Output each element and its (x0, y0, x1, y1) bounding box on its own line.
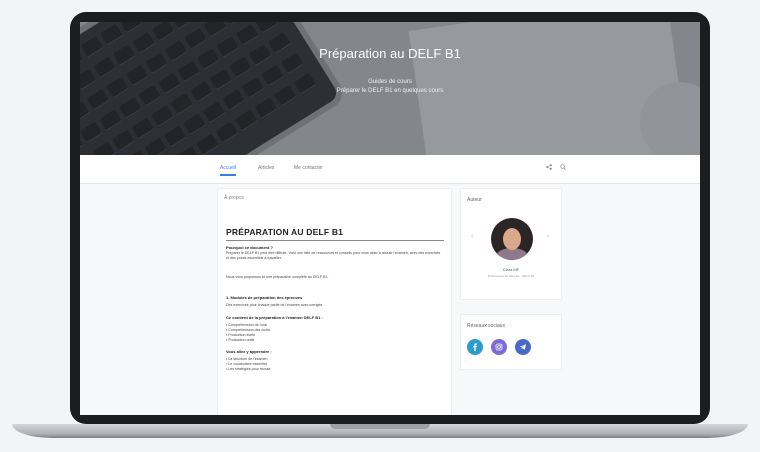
search-icon[interactable] (560, 164, 566, 170)
list-item-text: Production orale (228, 338, 255, 342)
chevron-right-icon[interactable]: › (547, 233, 549, 240)
list-item-text: Production écrite (228, 333, 256, 337)
section3-title: Vous allez y apprendre : (226, 349, 272, 354)
list-item: • Production orale (226, 338, 255, 342)
post-note: Nous vous proposons ici une préparation … (226, 275, 329, 279)
post-question: Pourquoi ce document ? (226, 245, 273, 250)
list-item-text: Le vocabulaire essentiel (228, 362, 267, 366)
instagram-icon[interactable] (491, 339, 507, 355)
subtitle-line-1: Guides de cours (368, 79, 412, 85)
author-name[interactable]: Clara MF (461, 267, 561, 272)
list-item: • Les stratégies pour réussir (226, 367, 271, 371)
laptop-notch (330, 424, 430, 429)
section1-title: 1. Modules de préparation des épreuves (226, 295, 303, 300)
laptop-frame: Préparation au DELF B1 Guides de cours P… (70, 12, 710, 433)
author-widget: Auteur ‹ › Clara MF Professeure de franç… (460, 188, 562, 300)
site-title[interactable]: Préparation au DELF B1 (80, 46, 700, 61)
avatar-face (503, 228, 521, 250)
section2-list: • Compréhension de l'oral • Compréhensio… (226, 323, 441, 343)
author-heading: Auteur (467, 197, 482, 203)
list-item-text: Compréhension de l'oral (228, 323, 268, 327)
hero-banner: Préparation au DELF B1 Guides de cours P… (80, 22, 700, 155)
section2-title: Ce contient de la préparation à l'examen… (226, 315, 323, 320)
telegram-icon[interactable] (515, 339, 531, 355)
subtitle-line-2: Préparer le DELF B1 en quelques cours (336, 88, 444, 94)
list-item-text: Compréhension des écrits (228, 328, 271, 332)
browser-screen: Préparation au DELF B1 Guides de cours P… (80, 22, 700, 415)
share-icon[interactable] (546, 164, 552, 170)
author-role: Professeure de français · DELF B1 (487, 274, 535, 278)
section3-list: • La structure de l'examen • Le vocabula… (226, 357, 441, 372)
tab-accueil[interactable]: Accueil (220, 165, 237, 176)
list-item-text: Les stratégies pour réussir (228, 367, 271, 371)
section1-text: Des exercices pour chaque partie de l'ex… (226, 303, 324, 307)
top-nav: Accueil Articles Me contacter (80, 155, 700, 184)
post-intro: Préparer le DELF B1 peut être difficile.… (226, 251, 441, 260)
avatar[interactable] (491, 218, 533, 260)
chevron-left-icon[interactable]: ‹ (471, 233, 473, 240)
social-widget: Réseaux sociaux (460, 314, 562, 370)
list-item-text: La structure de l'examen (228, 357, 268, 361)
title-divider (226, 240, 444, 241)
tab-contact[interactable]: Me contacter (294, 165, 323, 171)
post-card: À propos PRÉPARATION AU DELF B1 Pourquoi… (217, 188, 452, 415)
post-title: PRÉPARATION AU DELF B1 (226, 227, 344, 237)
site-subtitle: Guides de cours Préparer le DELF B1 en q… (80, 78, 700, 96)
tab-articles[interactable]: Articles (258, 165, 274, 171)
breadcrumb[interactable]: À propos (224, 195, 244, 201)
social-heading: Réseaux sociaux (467, 323, 506, 329)
facebook-icon[interactable] (467, 339, 483, 355)
